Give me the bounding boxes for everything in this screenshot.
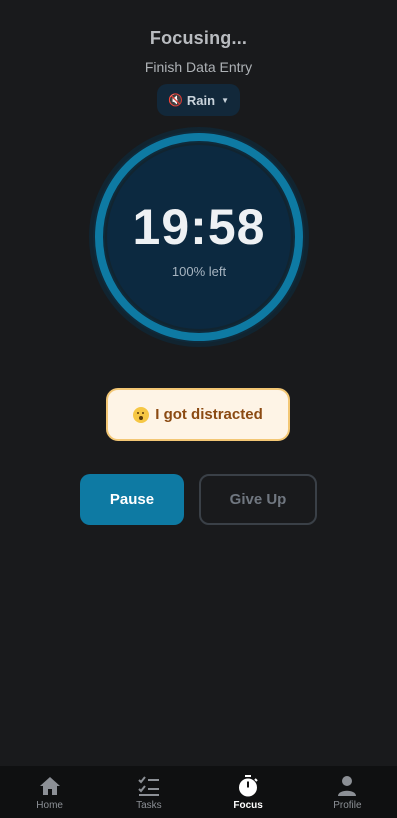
timer-remaining-label: 100% left [171, 264, 227, 279]
bottom-tab-bar: Home Tasks Focus Profile [0, 766, 397, 818]
profile-icon [338, 776, 357, 796]
tab-home[interactable]: Home [0, 766, 99, 818]
tab-tasks[interactable]: Tasks [99, 766, 198, 818]
sound-selector-button[interactable]: 🔇 Rain ▼ [157, 84, 240, 116]
page-title: Focusing... [149, 28, 248, 48]
tab-tasks-label: Tasks [136, 800, 162, 811]
tasks-icon [138, 776, 159, 796]
tab-home-label: Home [36, 800, 63, 811]
stopwatch-icon [239, 775, 258, 797]
give-up-button[interactable]: Give Up [199, 474, 317, 525]
distracted-button[interactable]: I got distracted [106, 388, 290, 441]
tab-focus[interactable]: Focus [199, 766, 298, 818]
task-name: Finish Data Entry [144, 59, 253, 75]
tab-profile[interactable]: Profile [298, 766, 397, 818]
dizzy-face-icon [133, 406, 150, 423]
tab-profile-label: Profile [333, 800, 362, 811]
home-icon [39, 777, 60, 795]
timer-countdown: 19:58 [132, 199, 266, 255]
pause-button[interactable]: Pause [80, 474, 184, 525]
muted-speaker-icon: 🔇 [167, 93, 183, 107]
chevron-down-icon: ▼ [221, 95, 230, 105]
distracted-label: I got distracted [155, 406, 263, 423]
tab-focus-label: Focus [233, 800, 263, 811]
sound-label: Rain [186, 92, 216, 108]
